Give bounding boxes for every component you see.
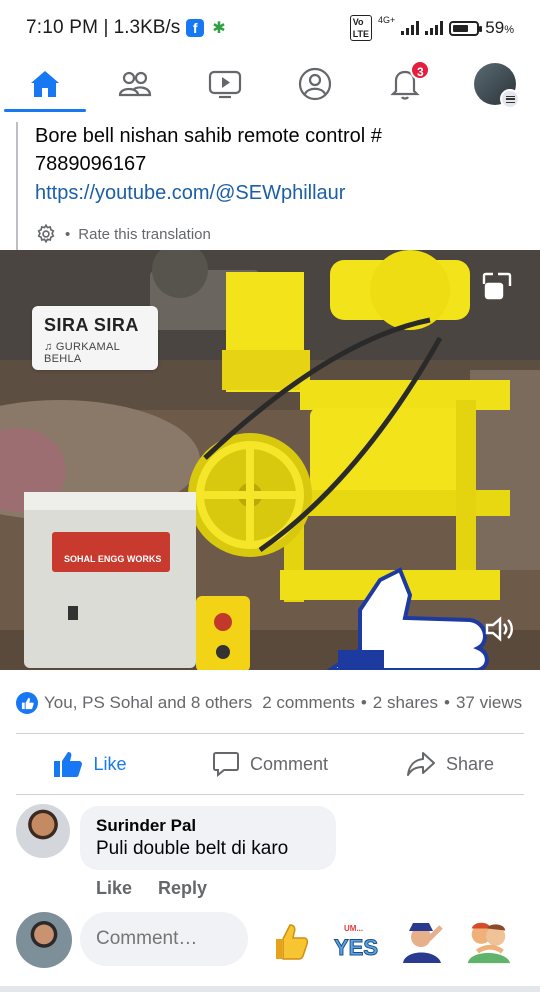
like-button[interactable]: Like — [0, 736, 180, 792]
thumbs-up-icon — [54, 752, 83, 777]
reactors-text: You, PS Sohal and 8 others — [44, 693, 253, 712]
divider — [16, 794, 524, 795]
hug-sticker-icon[interactable] — [464, 918, 512, 964]
status-right: Vo LTE 4G+ 59% — [349, 15, 514, 41]
salute-sticker-icon[interactable] — [398, 918, 446, 964]
avatar — [474, 63, 520, 109]
post-actions: Like Comment Share — [0, 736, 540, 792]
comment-button[interactable]: Comment — [180, 736, 360, 792]
rate-translation-label: Rate this translation — [78, 225, 211, 243]
bottom-separator — [0, 986, 540, 992]
comments-count[interactable]: 2 comments — [262, 693, 355, 713]
signal-icon-2 — [425, 21, 444, 35]
post-text: Bore bell nishan sahib remote control # … — [16, 122, 526, 254]
reactions-summary[interactable]: You, PS Sohal and 8 others 2 comments • … — [16, 688, 540, 718]
like-reaction-icon — [16, 692, 38, 714]
dot-separator: • — [444, 693, 450, 712]
volte-icon: Vo LTE — [349, 15, 373, 41]
nav-menu[interactable] — [450, 56, 540, 112]
post-text-line1: Bore bell nishan sahib remote control # — [35, 125, 382, 147]
share-label: Share — [445, 753, 495, 774]
divider — [16, 733, 524, 734]
battery-level: 59% — [485, 18, 514, 37]
status-time: 7:10 PM — [26, 17, 99, 38]
nav-watch[interactable] — [180, 56, 270, 112]
dot-separator: • — [65, 225, 71, 243]
music-sticker: SIRA SIRA ♫ GURKAMAL BEHLA — [32, 306, 158, 370]
comment-input[interactable] — [80, 912, 248, 966]
post-text-line2: 7889096167 — [35, 153, 147, 175]
status-bar: 7:10 PM | 1.3KB/s f ✱ Vo LTE 4G+ 59% — [0, 0, 540, 56]
nav-friends[interactable] — [90, 56, 180, 112]
share-icon — [406, 752, 435, 776]
notification-badge: 3 — [410, 60, 431, 80]
commenter-name[interactable]: Surinder Pal — [96, 816, 320, 836]
profile-icon — [298, 67, 332, 101]
nav-profile[interactable] — [270, 56, 360, 112]
menu-icon — [500, 89, 520, 109]
sparkle-icon: ✱ — [212, 20, 226, 37]
top-nav: 3 — [0, 56, 540, 112]
gear-icon — [37, 223, 55, 244]
yes-sticker-icon[interactable]: UM... YES — [332, 918, 380, 964]
comment-icon — [212, 752, 239, 778]
picture-in-picture-icon[interactable] — [482, 272, 512, 305]
dot-separator: • — [360, 693, 367, 712]
comment-actions: Like Reply — [96, 878, 207, 899]
views-count: 37 views — [455, 693, 523, 712]
thumbs-up-sticker-icon[interactable] — [266, 918, 314, 964]
post-link[interactable]: https://youtube.com/@SEWphillaur — [35, 178, 526, 208]
facebook-notification-icon: f — [186, 19, 205, 37]
comment-bubble[interactable]: Surinder Pal Puli double belt di karo — [80, 806, 336, 870]
friends-icon — [118, 71, 152, 97]
comment-composer: UM... YES — [16, 910, 536, 968]
network-type: 4G+ — [378, 15, 396, 25]
volume-icon[interactable] — [484, 615, 514, 648]
signal-icon — [401, 21, 420, 35]
svg-text:YES: YES — [334, 935, 378, 960]
song-title: SIRA SIRA — [44, 315, 139, 335]
svg-text:UM...: UM... — [344, 924, 363, 933]
my-avatar — [16, 912, 72, 968]
nav-home[interactable] — [0, 56, 90, 112]
commenter-avatar[interactable] — [16, 804, 70, 858]
video-icon — [208, 70, 242, 99]
share-button[interactable]: Share — [360, 736, 540, 792]
video-player[interactable]: SOHAL ENGG WORKS SIRA SIRA ♫ GURKAMAL BE… — [0, 250, 540, 670]
status-separator: | — [98, 17, 114, 38]
comment-text: Puli double belt di karo — [96, 838, 289, 859]
comment-label: Comment — [249, 753, 329, 774]
comment-like-button[interactable]: Like — [96, 878, 132, 899]
like-label: Like — [93, 753, 127, 774]
control-box-label: SOHAL ENGG WORKS — [64, 554, 161, 564]
song-artist: ♫ GURKAMAL BEHLA — [44, 341, 120, 365]
battery-icon — [449, 20, 483, 36]
comment-reply-button[interactable]: Reply — [158, 878, 207, 899]
shares-count[interactable]: 2 shares — [373, 693, 438, 713]
rate-translation[interactable]: • Rate this translation — [35, 214, 526, 254]
home-icon — [31, 71, 59, 97]
status-speed: 1.3KB/s — [113, 17, 181, 38]
nav-notifications[interactable]: 3 — [360, 56, 450, 112]
